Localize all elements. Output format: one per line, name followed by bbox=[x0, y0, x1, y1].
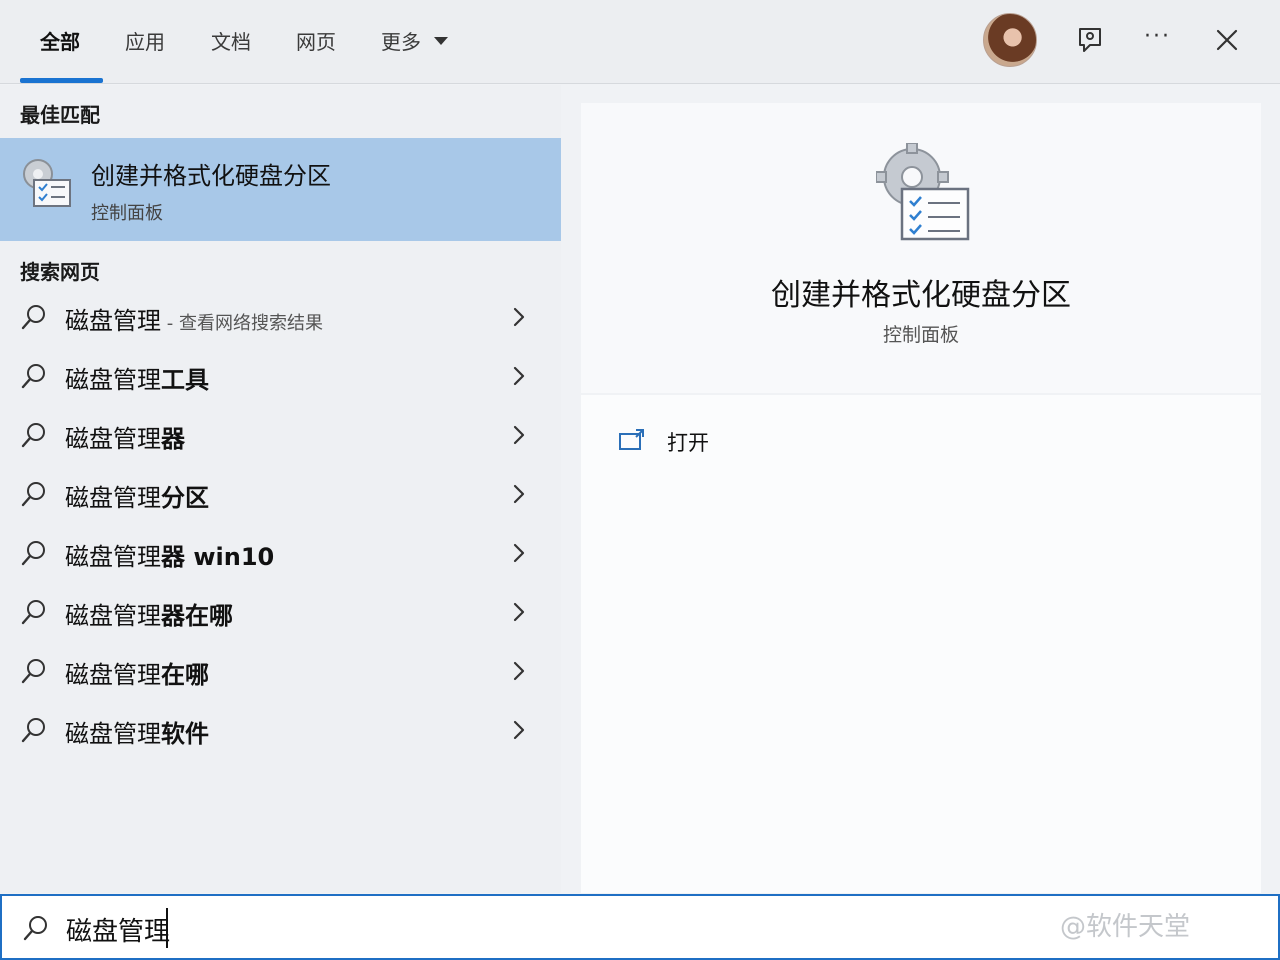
detail-title: 创建并格式化硬盘分区 bbox=[771, 278, 1071, 313]
result-query-text: 磁盘管理 bbox=[65, 425, 161, 453]
result-query-text: 磁盘管理 bbox=[65, 366, 161, 394]
search-result-row[interactable]: 磁盘管理软件 bbox=[0, 704, 561, 763]
result-query-text: 磁盘管理 bbox=[65, 484, 161, 512]
tab-apps[interactable]: 应用 bbox=[125, 26, 165, 55]
chevron-right-icon[interactable] bbox=[510, 364, 528, 388]
text-cursor bbox=[166, 908, 168, 948]
more-options-icon[interactable]: ··· bbox=[1144, 24, 1171, 49]
tab-bar: 全部 应用 文档 网页 更多 ··· bbox=[0, 0, 1280, 84]
close-icon[interactable] bbox=[1215, 28, 1239, 52]
result-suggestion-text: 器 bbox=[161, 425, 185, 453]
best-match-subtitle: 控制面板 bbox=[91, 203, 163, 224]
search-result-label: 磁盘管理器 bbox=[65, 419, 185, 454]
search-icon bbox=[21, 541, 45, 566]
open-window-icon bbox=[619, 429, 644, 450]
result-suggestion-text: 器在哪 bbox=[161, 602, 233, 630]
avatar[interactable] bbox=[983, 13, 1037, 67]
tab-documents[interactable]: 文档 bbox=[211, 26, 251, 55]
chevron-right-icon[interactable] bbox=[510, 718, 528, 742]
search-result-row[interactable]: 磁盘管理器 win10 bbox=[0, 527, 561, 586]
search-box[interactable]: 磁盘管理 @软件天堂 bbox=[0, 894, 1280, 960]
search-icon bbox=[21, 482, 45, 507]
tab-web[interactable]: 网页 bbox=[296, 26, 336, 55]
search-icon bbox=[23, 916, 47, 941]
chevron-right-icon[interactable] bbox=[510, 600, 528, 624]
detail-actions: 打开 bbox=[581, 395, 1261, 893]
result-suggestion-text: 器 win10 bbox=[161, 543, 275, 571]
result-suggestion-text: 分区 bbox=[161, 484, 209, 512]
chevron-down-icon[interactable] bbox=[434, 37, 448, 45]
best-match-heading: 最佳匹配 bbox=[20, 103, 100, 127]
search-result-row[interactable]: 磁盘管理在哪 bbox=[0, 645, 561, 704]
search-result-label: 磁盘管理 - 查看网络搜索结果 bbox=[65, 301, 323, 336]
chevron-right-icon[interactable] bbox=[510, 423, 528, 447]
detail-subtitle: 控制面板 bbox=[882, 324, 959, 346]
search-result-label: 磁盘管理器 win10 bbox=[65, 537, 274, 572]
search-icon bbox=[21, 659, 45, 684]
result-query-text: 磁盘管理 bbox=[65, 661, 161, 689]
tab-all[interactable]: 全部 bbox=[40, 26, 80, 55]
chevron-right-icon[interactable] bbox=[510, 482, 528, 506]
result-suggestion-text: 在哪 bbox=[161, 661, 209, 689]
result-suggestion-text: 软件 bbox=[161, 720, 209, 748]
search-icon bbox=[21, 718, 45, 743]
result-suggestion-text: 工具 bbox=[161, 366, 209, 394]
best-match-title: 创建并格式化硬盘分区 bbox=[91, 162, 331, 190]
search-result-label: 磁盘管理工具 bbox=[65, 360, 209, 395]
active-tab-indicator bbox=[20, 78, 103, 83]
watermark: @软件天堂 bbox=[1060, 912, 1191, 942]
search-result-row[interactable]: 磁盘管理 - 查看网络搜索结果 bbox=[0, 291, 561, 350]
detail-header: 创建并格式化硬盘分区 控制面板 bbox=[581, 103, 1261, 393]
search-result-row[interactable]: 磁盘管理器在哪 bbox=[0, 586, 561, 645]
control-panel-icon bbox=[23, 159, 71, 207]
chevron-right-icon[interactable] bbox=[510, 541, 528, 565]
result-query-text: 磁盘管理 bbox=[65, 602, 161, 630]
open-label: 打开 bbox=[667, 431, 709, 455]
search-result-label: 磁盘管理分区 bbox=[65, 478, 209, 513]
search-input[interactable]: 磁盘管理 bbox=[66, 911, 170, 948]
search-result-row[interactable]: 磁盘管理分区 bbox=[0, 468, 561, 527]
result-query-text: 磁盘管理 bbox=[65, 543, 161, 571]
search-icon bbox=[21, 364, 45, 389]
result-query-text: 磁盘管理 bbox=[65, 307, 161, 335]
search-result-row[interactable]: 磁盘管理器 bbox=[0, 409, 561, 468]
results-panel: 最佳匹配 创建并格式化硬盘分区 控制面板 搜索网页 磁盘管理 - 查看网络搜索结… bbox=[0, 85, 561, 893]
feedback-icon[interactable] bbox=[1074, 25, 1106, 57]
search-icon bbox=[21, 600, 45, 625]
result-query-text: 磁盘管理 bbox=[65, 720, 161, 748]
search-icon bbox=[21, 423, 45, 448]
best-match-item[interactable]: 创建并格式化硬盘分区 控制面板 bbox=[0, 138, 561, 241]
search-result-label: 磁盘管理在哪 bbox=[65, 655, 209, 690]
search-icon bbox=[21, 305, 45, 330]
chevron-right-icon[interactable] bbox=[510, 305, 528, 329]
tab-more[interactable]: 更多 bbox=[381, 26, 421, 55]
search-result-row[interactable]: 磁盘管理工具 bbox=[0, 350, 561, 409]
search-result-label: 磁盘管理器在哪 bbox=[65, 596, 233, 631]
chevron-right-icon[interactable] bbox=[510, 659, 528, 683]
search-result-label: 磁盘管理软件 bbox=[65, 714, 209, 749]
web-search-heading: 搜索网页 bbox=[20, 260, 100, 284]
control-panel-icon bbox=[876, 143, 970, 241]
result-hint-text: - 查看网络搜索结果 bbox=[161, 313, 323, 334]
